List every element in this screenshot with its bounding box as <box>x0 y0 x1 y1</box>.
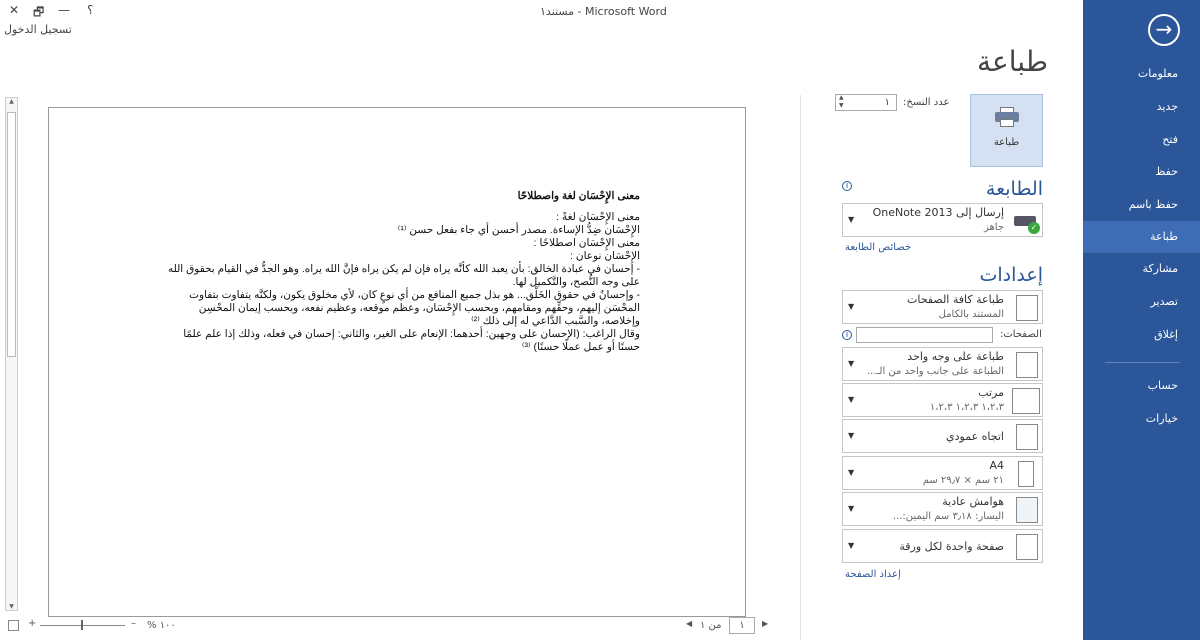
copies-spinner[interactable]: ▲ ▼ ١ <box>835 94 897 111</box>
setting-label: هوامش عادية <box>942 495 1004 508</box>
page-total: من ١ <box>700 620 722 631</box>
sidebar-item-open[interactable]: فتح <box>1083 124 1200 156</box>
copies-value: ١ <box>884 97 890 108</box>
doc-line: معنى الإِحْسَان لغةً : <box>556 211 640 223</box>
pages-icon <box>1016 295 1038 321</box>
pages-per-sheet-icon <box>1016 534 1038 560</box>
setting-label: طباعة كافة الصفحات <box>907 293 1004 306</box>
sidebar-item-new[interactable]: جديد <box>1083 91 1200 123</box>
margins-icon <box>1016 497 1038 523</box>
page-title: طباعة <box>977 45 1048 78</box>
setting-sublabel: ١،٢،٣ ١،٢،٣ ١،٢،٣ <box>929 402 1004 413</box>
info-icon[interactable]: i <box>842 330 852 340</box>
paper-size-icon <box>1018 461 1034 487</box>
sidebar-item-share[interactable]: مشاركة <box>1083 253 1200 285</box>
sidebar-item-close[interactable]: إغلاق <box>1083 319 1200 351</box>
margins-dropdown[interactable]: هوامش عادية اليسار: ٣٫١٨ سم اليمين:... ▼ <box>842 492 1043 526</box>
collation-dropdown[interactable]: مرتب ١،٢،٣ ١،٢،٣ ١،٢،٣ ▼ <box>842 383 1043 417</box>
doc-line: وقال الراغب: (الإحسان على وجهين: أحدهما:… <box>183 328 640 353</box>
chevron-down-icon: ▼ <box>848 302 855 311</box>
setting-label: صفحة واحدة لكل ورقة <box>899 540 1004 553</box>
sidebar-item-print[interactable]: طباعة <box>1083 221 1200 253</box>
sidebar-item-save-as[interactable]: حفظ باسم <box>1083 189 1200 221</box>
pages-input[interactable] <box>856 327 993 343</box>
setting-sublabel: الطباعة على جانب واحد من الـ... <box>866 366 1004 377</box>
document-heading: معنى الإِحْسَان لغة واصطلاحًا <box>517 190 640 202</box>
zoom-in-button[interactable]: + <box>28 618 36 629</box>
setting-label: طباعة على وجه واحد <box>907 350 1004 363</box>
print-button[interactable]: طباعة <box>970 94 1043 167</box>
sidebar-item-save[interactable]: حفظ <box>1083 156 1200 188</box>
setting-sublabel: ٢١ سم × ٢٩٫٧ سم <box>922 475 1004 486</box>
chevron-down-icon: ▼ <box>848 468 855 477</box>
print-button-label: طباعة <box>993 137 1020 148</box>
printer-heading: الطابعة <box>985 178 1043 200</box>
printer-icon <box>994 107 1019 127</box>
scroll-up-icon[interactable]: ▲ <box>6 98 17 105</box>
help-button[interactable]: ؟ <box>87 3 93 17</box>
sides-dropdown[interactable]: طباعة على وجه واحد الطباعة على جانب واحد… <box>842 347 1043 381</box>
restore-button[interactable]: 🗗 <box>33 3 44 24</box>
collated-icon <box>1012 388 1040 414</box>
doc-line: معنى الإِحْسَان اصطلاحًا : <box>533 237 640 249</box>
printer-properties-link[interactable]: خصائص الطابعة <box>845 242 911 253</box>
panel-divider <box>800 95 801 640</box>
print-range-dropdown[interactable]: طباعة كافة الصفحات المستند بالكامل ▼ <box>842 290 1043 324</box>
window-title: مستند١ - Microsoft Word <box>540 5 667 18</box>
copies-label: عدد النسخ: <box>903 97 950 108</box>
vertical-scrollbar[interactable]: ▲ ▼ <box>5 97 18 611</box>
pages-label: الصفحات: <box>1000 329 1042 340</box>
sidebar-item-export[interactable]: تصدير <box>1083 286 1200 318</box>
printer-status: جاهز <box>983 222 1004 233</box>
page-setup-link[interactable]: إعداد الصفحة <box>845 569 901 580</box>
paper-size-dropdown[interactable]: A4 ٢١ سم × ٢٩٫٧ سم ▼ <box>842 456 1043 490</box>
backstage-sidebar: معلومات جديد فتح حفظ حفظ باسم طباعة مشار… <box>1083 0 1200 640</box>
back-arrow-icon[interactable]: → <box>1148 14 1180 46</box>
prev-page-icon[interactable]: ◀ <box>686 619 692 628</box>
close-button[interactable]: ✕ <box>9 3 19 17</box>
print-preview-page <box>48 107 746 617</box>
doc-line: الإِحْسَان نوعان : <box>570 250 640 262</box>
setting-label: اتجاه عمودي <box>946 430 1004 443</box>
settings-heading: إعدادات <box>979 264 1044 286</box>
orientation-dropdown[interactable]: اتجاه عمودي ▼ <box>842 419 1043 453</box>
zoom-slider-thumb[interactable] <box>81 620 83 630</box>
sidebar-item-account[interactable]: حساب <box>1083 370 1200 402</box>
chevron-down-icon: ▼ <box>848 215 855 224</box>
setting-label: A4 <box>989 459 1004 472</box>
setting-label: مرتب <box>978 386 1004 399</box>
one-sided-icon <box>1016 352 1038 378</box>
chevron-down-icon: ▼ <box>848 541 855 550</box>
sidebar-item-info[interactable]: معلومات <box>1083 58 1200 90</box>
page-number-input[interactable]: ١ <box>729 617 755 634</box>
chevron-down-icon: ▼ <box>848 431 855 440</box>
chevron-down-icon: ▼ <box>848 504 855 513</box>
sidebar-divider <box>1105 362 1180 363</box>
chevron-down-icon: ▼ <box>848 359 855 368</box>
setting-sublabel: المستند بالكامل <box>938 309 1004 320</box>
zoom-out-button[interactable]: – <box>131 618 136 629</box>
sidebar-item-options[interactable]: خيارات <box>1083 403 1200 435</box>
scroll-down-icon[interactable]: ▼ <box>6 603 17 610</box>
minimize-button[interactable]: — <box>58 3 70 17</box>
printer-name: إرسال إلى OneNote 2013 <box>872 206 1004 219</box>
document-content: معنى الإِحْسَان لغة واصطلاحًا معنى الإِح… <box>160 190 640 354</box>
pages-per-sheet-dropdown[interactable]: صفحة واحدة لكل ورقة ▼ <box>842 529 1043 563</box>
scrollbar-thumb[interactable] <box>7 112 16 357</box>
zoom-level[interactable]: % ١٠٠ <box>147 620 176 631</box>
spinner-arrows-icon[interactable]: ▲ ▼ <box>839 94 844 110</box>
setting-sublabel: اليسار: ٣٫١٨ سم اليمين:... <box>892 511 1004 522</box>
fit-page-icon[interactable] <box>8 620 19 631</box>
info-icon[interactable]: i <box>842 181 852 191</box>
next-page-icon[interactable]: ▶ <box>762 619 768 628</box>
portrait-icon <box>1016 424 1038 450</box>
chevron-down-icon: ▼ <box>848 395 855 404</box>
printer-ready-icon: ✓ <box>1012 208 1040 234</box>
printer-dropdown[interactable]: ✓ إرسال إلى OneNote 2013 جاهز ▼ <box>842 203 1043 237</box>
signin-link[interactable]: تسجيل الدخول <box>4 23 72 36</box>
doc-line: - إحسان في عبادة الخالق: بأن يعبد الله ك… <box>168 263 640 288</box>
doc-line: الإِحْسَان ضِدُّ الإساءة. مصدر أحسن أي ج… <box>397 224 640 236</box>
doc-line: - وإحسانٌ في حقوق الخَلْق... هو بذل جميع… <box>189 289 640 327</box>
